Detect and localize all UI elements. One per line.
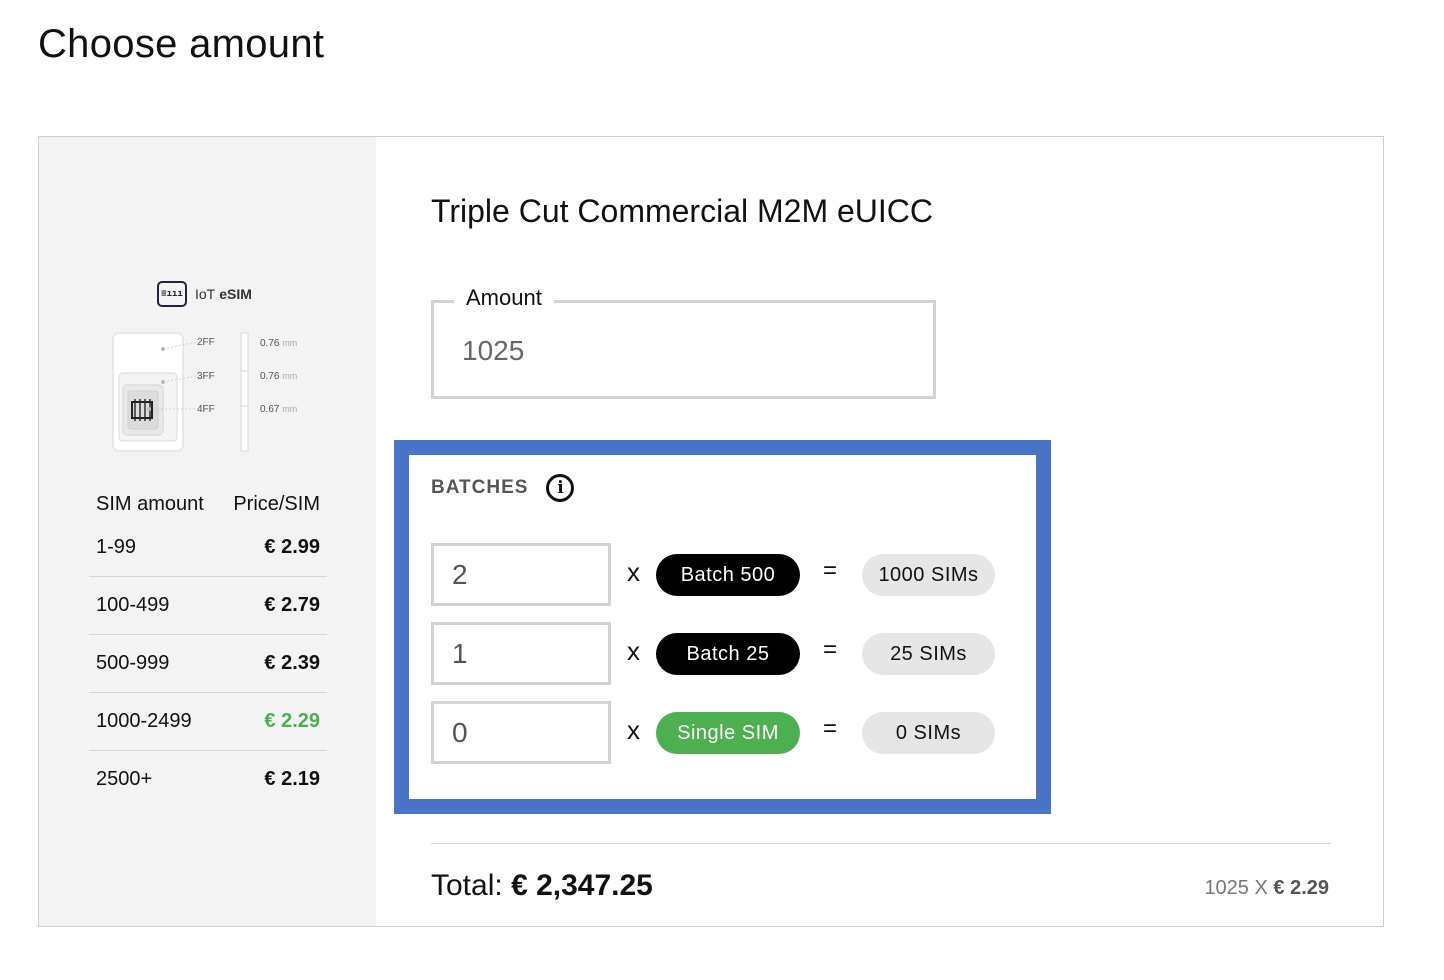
multiply-sign: x <box>627 715 640 745</box>
divider <box>431 843 1331 844</box>
price-row-active: 1000-2499 € 2.29 <box>89 693 327 751</box>
equals-sign: = <box>823 557 838 584</box>
batch-500-button[interactable]: Batch 500 <box>656 554 800 596</box>
price-value: € 2.79 <box>264 594 320 616</box>
svg-text:0.76 mm: 0.76 mm <box>260 371 297 382</box>
amount-input[interactable]: 1025 <box>462 335 524 367</box>
thickness-4ff: 0.67 <box>260 404 280 415</box>
price-table: SIM amount Price/SIM 1-99 € 2.99 100-499… <box>89 489 327 808</box>
batches-label: BATCHES <box>431 477 529 498</box>
price-value: € 2.39 <box>264 652 320 674</box>
thickness-unit-4ff: mm <box>282 404 297 414</box>
price-range: 1000-2499 <box>96 710 192 732</box>
price-table-header: SIM amount Price/SIM <box>89 489 327 519</box>
total-label: Total: <box>431 869 503 902</box>
batch-25-result: 25 SIMs <box>862 633 995 675</box>
equals-sign: = <box>823 636 838 663</box>
multiply-sign: x <box>627 636 640 666</box>
single-sim-button[interactable]: Single SIM <box>656 712 800 754</box>
single-sim-result: 0 SIMs <box>862 712 995 754</box>
price-row: 500-999 € 2.39 <box>89 635 327 693</box>
batch-500-quantity-input[interactable] <box>431 543 611 606</box>
price-value: € 2.19 <box>264 768 320 790</box>
price-summary: 1025 X € 2.29 <box>1204 877 1329 900</box>
batches-header: BATCHES i <box>431 474 575 502</box>
thickness-unit-2ff: mm <box>282 338 297 348</box>
cut-label-2ff: 2FF <box>197 337 215 348</box>
product-card: ≡ııı IoT eSIM 2FF 3FF 4FF 0.76 mm 0.76 m… <box>38 136 1384 927</box>
total-value: € 2,347.25 <box>511 869 653 902</box>
price-range: 500-999 <box>96 652 170 674</box>
svg-text:0.67 mm: 0.67 mm <box>260 404 297 415</box>
page-title: Choose amount <box>38 22 325 66</box>
batch-500-result: 1000 SIMs <box>862 554 995 596</box>
price-range: 100-499 <box>96 594 170 616</box>
amount-field[interactable]: Amount 1025 <box>431 285 936 399</box>
header-price-per-sim: Price/SIM <box>233 493 320 515</box>
price-row: 1-99 € 2.99 <box>89 519 327 577</box>
single-sim-quantity-input[interactable] <box>431 701 611 764</box>
sim-card-image: ≡ııı IoT eSIM 2FF 3FF 4FF 0.76 mm 0.76 m… <box>109 281 309 456</box>
svg-text:0.76 mm: 0.76 mm <box>260 338 297 349</box>
price-value: € 2.29 <box>264 710 320 732</box>
cut-label-4ff: 4FF <box>197 404 215 415</box>
price-range: 2500+ <box>96 768 153 790</box>
equals-sign: = <box>823 715 838 742</box>
header-sim-amount: SIM amount <box>96 493 204 515</box>
thickness-unit-3ff: mm <box>282 371 297 381</box>
summary-unit-price: € 2.29 <box>1273 877 1329 899</box>
product-title: Triple Cut Commercial M2M eUICC <box>431 193 933 229</box>
thickness-2ff: 0.76 <box>260 338 280 349</box>
price-row: 2500+ € 2.19 <box>89 751 327 808</box>
batch-25-button[interactable]: Batch 25 <box>656 633 800 675</box>
price-range: 1-99 <box>96 536 137 558</box>
multiply-sign: x <box>627 557 640 587</box>
batch-25-quantity-input[interactable] <box>431 622 611 685</box>
sim-card-diagram: 2FF 3FF 4FF 0.76 mm 0.76 mm 0.67 mm <box>112 332 297 452</box>
summary-quantity: 1025 X <box>1204 877 1268 899</box>
cut-label-3ff: 3FF <box>197 371 215 382</box>
thickness-3ff: 0.76 <box>260 371 280 382</box>
total: Total: € 2,347.25 <box>431 869 653 903</box>
pricing-panel: ≡ııı IoT eSIM 2FF 3FF 4FF 0.76 mm 0.76 m… <box>39 137 376 926</box>
amount-label: Amount <box>454 285 554 311</box>
price-row: 100-499 € 2.79 <box>89 577 327 635</box>
info-icon[interactable]: i <box>546 474 575 502</box>
price-value: € 2.99 <box>264 536 320 558</box>
